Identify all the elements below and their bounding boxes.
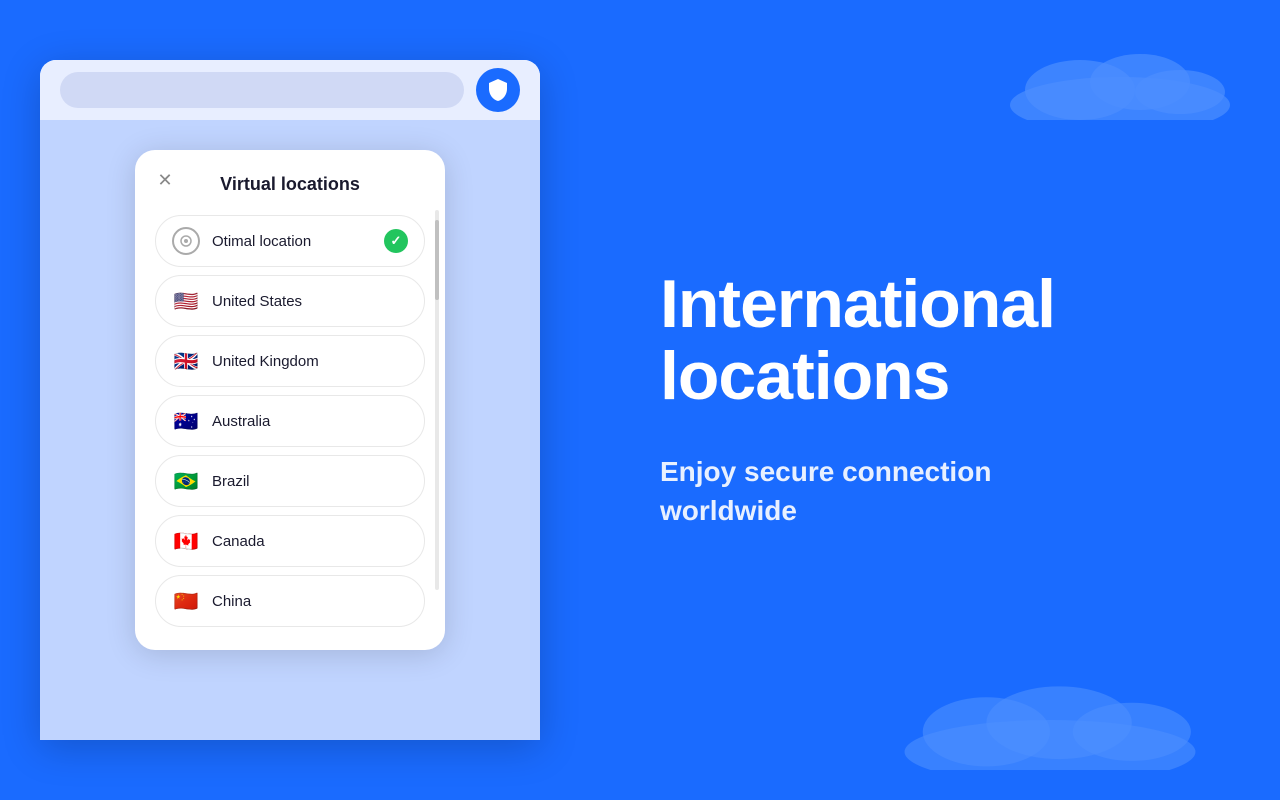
- country-name-ca: Canada: [212, 533, 408, 550]
- flag-au: 🇦🇺: [172, 407, 200, 435]
- cloud-decoration-bottom: [880, 670, 1220, 770]
- scrollbar-thumb[interactable]: [435, 220, 439, 300]
- subheadline: Enjoy secure connection worldwide: [660, 452, 1100, 530]
- location-item-cn[interactable]: 🇨🇳 China: [155, 575, 425, 627]
- scrollbar-track[interactable]: [435, 210, 439, 590]
- main-headline: International locations: [660, 269, 1200, 412]
- selected-checkmark: [384, 229, 408, 253]
- main-container: ✕ Virtual locations Otimal locatio: [0, 0, 1280, 800]
- location-item-au[interactable]: 🇦🇺 Australia: [155, 395, 425, 447]
- location-item-optimal[interactable]: Otimal location: [155, 215, 425, 267]
- country-name-br: Brazil: [212, 473, 408, 490]
- country-name-cn: China: [212, 593, 408, 610]
- vpn-modal: ✕ Virtual locations Otimal locatio: [135, 150, 445, 650]
- location-list: Otimal location 🇺🇸 United States 🇬🇧 Unit…: [155, 215, 425, 627]
- country-name-us: United States: [212, 293, 408, 310]
- cloud-decoration-top: [1000, 40, 1240, 120]
- browser-content: ✕ Virtual locations Otimal locatio: [40, 120, 540, 740]
- right-panel: International locations Enjoy secure con…: [580, 0, 1280, 800]
- browser-toolbar: [40, 60, 540, 120]
- location-item-uk[interactable]: 🇬🇧 United Kingdom: [155, 335, 425, 387]
- modal-title: Virtual locations: [155, 174, 425, 195]
- vpn-shield-button[interactable]: [476, 68, 520, 112]
- headline-text: International locations: [660, 266, 1055, 413]
- flag-br: 🇧🇷: [172, 467, 200, 495]
- shield-icon: [487, 78, 509, 102]
- optimal-location-icon: [172, 227, 200, 255]
- flag-cn: 🇨🇳: [172, 587, 200, 615]
- optimal-location-label: Otimal location: [212, 233, 372, 250]
- modal-close-button[interactable]: ✕: [153, 168, 177, 192]
- country-name-uk: United Kingdom: [212, 353, 408, 370]
- flag-ca: 🇨🇦: [172, 527, 200, 555]
- flag-us: 🇺🇸: [172, 287, 200, 315]
- browser-window: ✕ Virtual locations Otimal locatio: [40, 60, 540, 740]
- address-bar[interactable]: [60, 72, 464, 108]
- flag-uk: 🇬🇧: [172, 347, 200, 375]
- location-item-ca[interactable]: 🇨🇦 Canada: [155, 515, 425, 567]
- country-name-au: Australia: [212, 413, 408, 430]
- location-item-us[interactable]: 🇺🇸 United States: [155, 275, 425, 327]
- left-panel: ✕ Virtual locations Otimal locatio: [0, 0, 580, 800]
- location-item-br[interactable]: 🇧🇷 Brazil: [155, 455, 425, 507]
